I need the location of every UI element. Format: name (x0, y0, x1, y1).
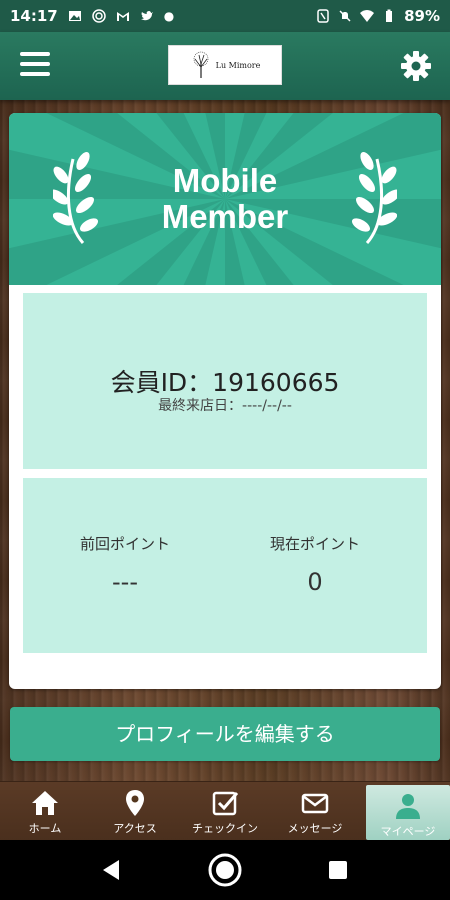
tab-home-label: ホーム (28, 822, 62, 835)
status-time: 14:17 (10, 7, 58, 25)
tab-access-label: アクセス (113, 822, 157, 835)
nfc-icon (317, 9, 329, 23)
previous-points-label: 前回ポイント (79, 535, 170, 553)
logo-text: Lu Mimore (215, 60, 261, 70)
tree-icon (193, 51, 208, 78)
previous-points-value: --- (112, 568, 138, 596)
home-circle-icon[interactable] (207, 852, 243, 888)
system-nav-bar (0, 840, 450, 900)
battery-percent: 89% (404, 7, 440, 25)
previous-points: 前回ポイント --- (35, 533, 215, 596)
back-icon[interactable] (101, 859, 121, 881)
member-id: 会員ID：19160665 (110, 368, 340, 397)
tab-message-label: メッセージ (287, 822, 343, 835)
member-card: Mobile Member 会員ID：19160665 最終来店日：----/-… (9, 113, 441, 689)
twitter-icon (140, 11, 153, 21)
map-pin-icon (126, 790, 144, 816)
settings-gear-icon[interactable] (400, 50, 432, 82)
member-id-panel: 会員ID：19160665 最終来店日：----/--/-- (23, 293, 427, 469)
app-bar: Lu Mimore (0, 32, 450, 100)
envelope-icon (301, 793, 329, 814)
tab-checkin-label: チェックイン (192, 822, 258, 835)
recents-icon[interactable] (329, 861, 347, 879)
last-visit-date: 最終来店日：----/--/-- (158, 398, 292, 414)
tab-home[interactable]: ホーム (3, 782, 87, 841)
tab-mypage-label: マイページ (380, 825, 436, 838)
person-icon (396, 794, 420, 819)
bottom-tab-bar: ホーム アクセス チェックイン メッセージ マイページ (0, 781, 450, 841)
wifi-icon (360, 10, 375, 22)
tab-checkin[interactable]: チェックイン (183, 782, 267, 841)
banner-title: Mobile Member (9, 163, 441, 235)
status-bar: 14:17 ● 89% (0, 0, 450, 32)
battery-icon (386, 9, 393, 22)
banner-title-line1: Mobile (172, 162, 278, 199)
dot-icon: ● (163, 9, 175, 23)
target-icon (92, 9, 106, 23)
points-panel: 前回ポイント --- 現在ポイント 0 (23, 478, 427, 653)
current-points-value: 0 (307, 568, 323, 596)
home-icon (32, 791, 58, 815)
menu-icon (20, 52, 50, 56)
menu-button[interactable] (20, 52, 50, 78)
banner-title-line2: Member (161, 198, 289, 235)
current-points: 現在ポイント 0 (225, 533, 405, 596)
member-banner: Mobile Member (9, 113, 441, 285)
tab-message[interactable]: メッセージ (273, 782, 357, 841)
logo: Lu Mimore (168, 45, 282, 85)
image-icon (68, 11, 81, 21)
tab-access[interactable]: アクセス (93, 782, 177, 841)
edit-profile-button[interactable]: プロフィールを編集する (10, 707, 440, 761)
gmail-icon (116, 12, 129, 21)
checkbox-icon (212, 791, 239, 816)
tab-mypage[interactable]: マイページ (366, 785, 450, 840)
current-points-label: 現在ポイント (269, 535, 360, 553)
mute-icon (339, 10, 351, 22)
